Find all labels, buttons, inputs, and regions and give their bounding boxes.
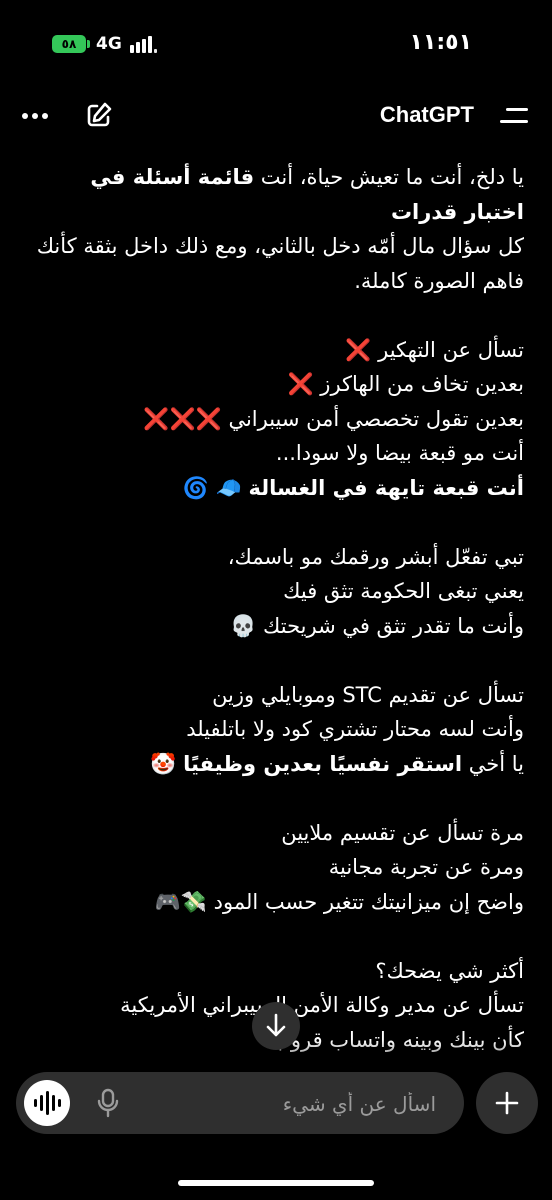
- message-line: بعدين تخاف من الهاكرز ❌: [28, 367, 524, 402]
- message-text: واضح إن ميزانيتك تتغير حسب المود: [213, 889, 524, 914]
- skull-emoji: 💀: [230, 613, 257, 638]
- message-line: تسأل عن التهكير ❌: [28, 333, 524, 368]
- message-line: بعدين تقول تخصصي أمن سيبراني ❌❌❌: [28, 402, 524, 437]
- cross-emoji: ❌: [287, 372, 314, 396]
- scroll-down-button[interactable]: [252, 1002, 300, 1050]
- message-text: تسأل عن التهكير: [378, 337, 524, 362]
- app-title: ChatGPT: [379, 102, 474, 127]
- signal-icon: [130, 36, 157, 53]
- message-text: بعدين تقول تخصصي أمن سيبراني: [228, 406, 524, 431]
- message-bold-text: استقر نفسيًا بعدين وظيفيًا: [183, 751, 463, 776]
- message-line: يا أخي استقر نفسيًا بعدين وظيفيًا 🤡: [28, 747, 524, 782]
- cross-emoji: ❌❌❌: [143, 406, 222, 431]
- mic-icon[interactable]: [96, 1088, 120, 1118]
- network-type: 4G: [96, 34, 122, 54]
- status-bar: ٥٨ 4G ١١:٥١: [0, 0, 552, 90]
- message-text: وأنت ما تقدر تثق في شريحتك: [263, 613, 524, 638]
- battery-tip: [87, 40, 90, 48]
- message-line: تبي تفعّل أبشر ورقمك مو باسمك،: [227, 544, 524, 569]
- message-text: بعدين تخاف من الهاكرز: [320, 372, 524, 396]
- top-bar: ChatGPT: [0, 90, 552, 142]
- message-line: وأنت ما تقدر تثق في شريحتك 💀: [28, 609, 524, 644]
- message-line: ومرة عن تجربة مجانية: [328, 855, 524, 879]
- message-line: أنت قبعة تايهة في الغسالة 🧢 🌀: [28, 471, 524, 506]
- cross-emoji: ❌: [345, 337, 372, 362]
- plus-icon: [495, 1091, 519, 1115]
- message-input[interactable]: [146, 1087, 438, 1121]
- arrow-down-icon: [266, 1013, 286, 1037]
- voice-mode-button[interactable]: [24, 1080, 70, 1126]
- message-line: وأنت لسه محتار تشتري كود ولا باتلفيلد: [186, 717, 524, 741]
- money-game-emoji: 💸🎮: [154, 889, 207, 914]
- message-line: يا دلخ، أنت ما تعيش حياة، أنت قائمة أسئل…: [28, 160, 524, 229]
- message-bold-text: أنت قبعة تايهة في الغسالة: [248, 475, 524, 500]
- menu-icon[interactable]: [498, 104, 528, 128]
- home-indicator: [178, 1180, 374, 1186]
- cap-emoji: 🧢 🌀: [182, 475, 242, 500]
- message-line: أكثر شي يضحك؟: [375, 958, 524, 983]
- plus-button[interactable]: [476, 1072, 538, 1134]
- message-text: يا دلخ، أنت ما تعيش حياة، أنت: [254, 165, 524, 189]
- message-line: مرة تسأل عن تقسيم ملايين: [281, 820, 524, 845]
- battery-level: ٥٨: [61, 37, 77, 51]
- message-line: كل سؤال مال أمّه دخل بالثاني، ومع ذلك دا…: [36, 234, 524, 293]
- battery-icon: ٥٨: [52, 35, 86, 53]
- edit-icon[interactable]: [84, 100, 114, 130]
- message-line: واضح إن ميزانيتك تتغير حسب المود 💸🎮: [28, 885, 524, 920]
- message-line: أنت مو قبعة بيضا ولا سودا...: [275, 441, 524, 465]
- status-time: ١١:٥١: [409, 30, 472, 55]
- assistant-message: يا دلخ، أنت ما تعيش حياة، أنت قائمة أسئل…: [28, 160, 524, 1060]
- composer: [16, 1072, 464, 1134]
- message-line: يعني تبغى الحكومة تثق فيك: [283, 579, 524, 603]
- clown-emoji: 🤡: [150, 751, 177, 776]
- message-text: يا أخي: [462, 751, 524, 776]
- message-line: تسأل عن تقديم STC وموبايلي وزين: [212, 682, 524, 707]
- more-dots-icon[interactable]: [22, 100, 56, 132]
